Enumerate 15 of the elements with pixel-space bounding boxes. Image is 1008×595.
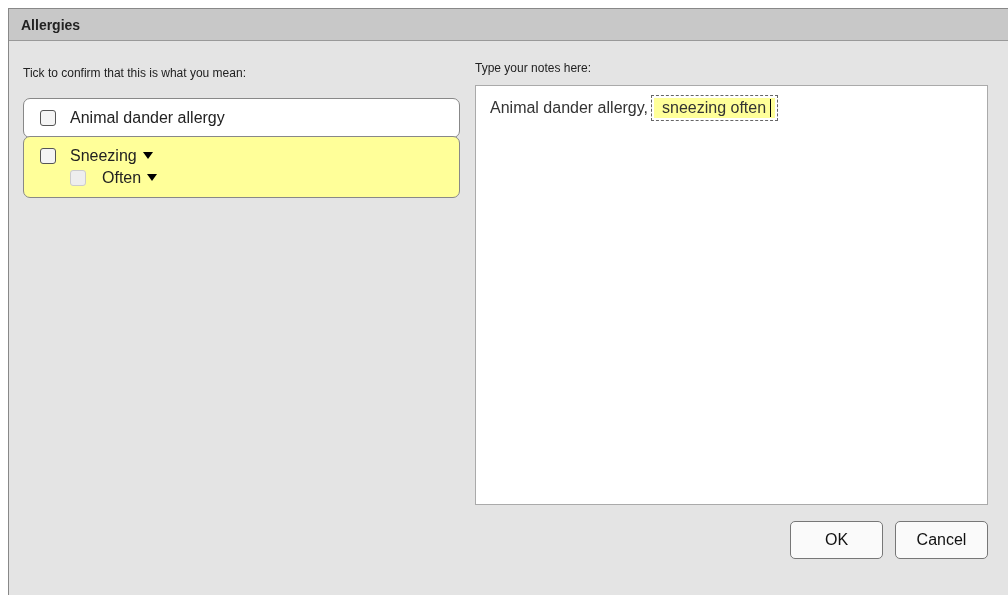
notes-label: Type your notes here:	[475, 61, 593, 75]
window-title: Allergies	[21, 16, 81, 33]
highlighted-text: sneezing often	[654, 98, 776, 118]
option-card[interactable]: Animal dander allergy	[23, 98, 460, 138]
checkbox[interactable]	[40, 110, 56, 126]
option-label: Animal dander allergy	[70, 109, 225, 127]
ok-button[interactable]: OK	[790, 521, 883, 559]
notes-field[interactable]: Animal dander allergy, sneezing often	[475, 85, 988, 505]
caret-icon[interactable]	[142, 152, 153, 160]
option-label: Sneezing	[70, 147, 137, 165]
instruction-label: Tick to confirm that this is what you mean:	[23, 66, 247, 80]
option-label: Often	[102, 169, 142, 187]
note-text: Animal dander allergy,	[490, 98, 648, 118]
checkbox[interactable]	[40, 148, 56, 164]
cancel-button[interactable]: Cancel	[895, 521, 988, 559]
